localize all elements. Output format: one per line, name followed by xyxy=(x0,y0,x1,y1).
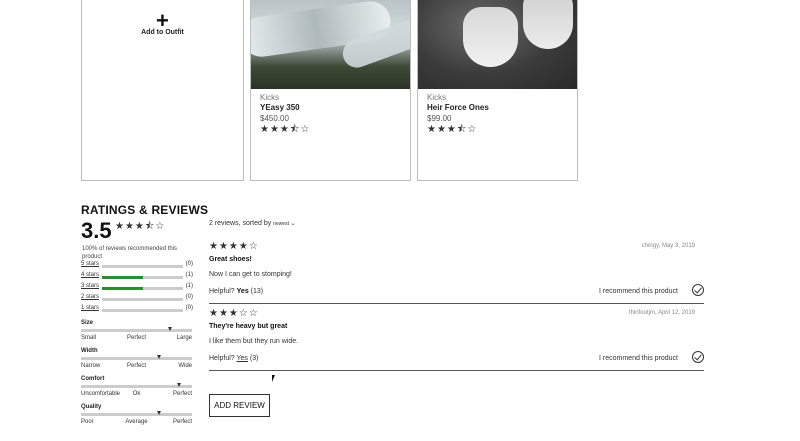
rating-breakdown-3[interactable]: 3 stars (1) xyxy=(81,283,193,293)
sort-value[interactable]: newest xyxy=(273,221,289,227)
factor-name: Size xyxy=(81,320,94,326)
factor-track xyxy=(81,411,192,416)
helpful-count: (13) xyxy=(250,288,264,295)
factor-name: Comfort xyxy=(81,376,105,382)
factor-mid-label: Perfect xyxy=(126,335,147,341)
rating-breakdown-count: (0) xyxy=(185,294,193,300)
average-star-rating: ★★★⯪☆ xyxy=(115,221,166,232)
review-author-date: chingy, May 3, 2019 xyxy=(641,243,695,249)
average-rating: 3.5 xyxy=(81,218,112,243)
add-to-outfit-label: Add to Outfit xyxy=(141,29,184,36)
helpful-yes-link[interactable]: Yes xyxy=(237,288,249,295)
rating-breakdown-4[interactable]: 4 stars (1) xyxy=(81,272,193,282)
product-image xyxy=(418,0,577,89)
factor-high-label: Perfect xyxy=(172,391,192,397)
rating-breakdown-count: (0) xyxy=(185,305,193,311)
product-name: Heir Force Ones xyxy=(427,103,489,112)
factor-marker xyxy=(176,383,181,387)
check-circle-icon xyxy=(692,351,704,363)
helpful-count: (3) xyxy=(249,355,259,362)
product-card[interactable]: Kicks Heir Force Ones $99.00 ★★★⯪☆ xyxy=(417,0,578,181)
add-to-outfit-card[interactable]: + Add to Outfit xyxy=(81,0,244,181)
helpful-label: Helpful? xyxy=(209,355,235,362)
rating-breakdown-bar xyxy=(102,276,183,279)
rating-breakdown-2[interactable]: 2 stars (0) xyxy=(81,294,193,304)
review-body: Now I can get to stomping! xyxy=(209,271,292,278)
rating-breakdown-count: (1) xyxy=(185,283,193,289)
plus-icon[interactable]: + xyxy=(156,10,169,32)
factor-quality: Quality Poor Average Perfect xyxy=(81,404,192,430)
rating-breakdown-label[interactable]: 2 stars xyxy=(81,294,99,300)
factor-track xyxy=(81,327,192,332)
ratings-reviews-title: RATINGS & REVIEWS xyxy=(81,203,209,217)
review-star-rating: ★★★☆☆ xyxy=(209,308,259,319)
factor-low-label: Uncomfortable xyxy=(81,391,121,397)
review-author-date: thinfootjm, April 12, 2019 xyxy=(628,310,695,316)
mouse-pointer-icon xyxy=(272,375,275,382)
factor-width: Width Narrow Perfect Wide xyxy=(81,348,192,374)
helpful-label: Helpful? xyxy=(209,288,235,295)
factor-size: Size Small Perfect Large xyxy=(81,320,192,346)
chevron-down-icon[interactable]: ⌄ xyxy=(290,221,295,227)
factor-marker xyxy=(167,327,172,331)
factor-low-label: Poor xyxy=(81,419,94,425)
rating-breakdown-label[interactable]: 1 stars xyxy=(81,305,99,311)
product-category: Kicks xyxy=(427,93,447,102)
product-name: YEasy 350 xyxy=(260,103,300,112)
rating-breakdown-label[interactable]: 5 stars xyxy=(81,261,99,267)
factor-mid-label: Perfect xyxy=(126,363,147,369)
rating-breakdown-count: (0) xyxy=(185,261,193,267)
factor-marker xyxy=(156,411,161,415)
recommend-label: I recommend this product xyxy=(599,355,678,362)
factor-name: Width xyxy=(81,348,98,354)
review-title: Great shoes! xyxy=(209,256,252,263)
factor-track xyxy=(81,383,192,388)
factor-track xyxy=(81,355,192,360)
product-star-rating: ★★★⯪☆ xyxy=(260,124,311,135)
review-title: They're heavy but great xyxy=(209,323,288,330)
review-body: I like them but they run wide. xyxy=(209,338,299,345)
review-tile: ★★★★☆ chingy, May 3, 2019 Great shoes! N… xyxy=(209,241,704,309)
factor-comfort: Comfort Uncomfortable Ok Perfect xyxy=(81,376,192,402)
rating-breakdown-count: (1) xyxy=(185,272,193,278)
add-review-button[interactable]: ADD REVIEW xyxy=(209,394,270,417)
factor-low-label: Narrow xyxy=(81,363,101,369)
review-sort: 2 reviews, sorted by newest ⌄ xyxy=(209,220,295,227)
recommend-percentage: 100% of reviews recommended this product xyxy=(82,246,178,260)
product-card[interactable]: Kicks YEasy 350 $450.00 ★★★⯪☆ xyxy=(250,0,411,181)
helpful-section: Helpful? Yes (3) xyxy=(209,355,258,362)
review-tile: ★★★☆☆ thinfootjm, April 12, 2019 They're… xyxy=(209,308,704,376)
review-count-text: 2 reviews, sorted by xyxy=(209,220,272,227)
rating-breakdown-label[interactable]: 4 stars xyxy=(81,272,99,278)
product-star-rating: ★★★⯪☆ xyxy=(427,124,478,135)
rating-breakdown-label[interactable]: 3 stars xyxy=(81,283,99,289)
rating-breakdown-1[interactable]: 1 stars (0) xyxy=(81,305,193,315)
rating-breakdown-bar xyxy=(102,265,183,268)
factor-mid-label: Average xyxy=(125,419,148,425)
rating-breakdown-bar xyxy=(102,287,183,290)
factor-marker xyxy=(156,355,161,359)
review-star-rating: ★★★★☆ xyxy=(209,241,259,252)
rating-breakdown-bar xyxy=(102,309,183,312)
factor-low-label: Small xyxy=(81,335,97,341)
check-circle-icon xyxy=(692,284,704,296)
product-category: Kicks xyxy=(260,93,280,102)
helpful-yes-link[interactable]: Yes xyxy=(237,355,248,362)
helpful-section: Helpful? Yes (13) xyxy=(209,288,263,295)
sort-select[interactable]: newest ⌄ xyxy=(273,221,295,227)
factor-mid-label: Ok xyxy=(132,391,141,397)
product-image xyxy=(251,0,410,89)
divider xyxy=(209,303,704,304)
recommend-label: I recommend this product xyxy=(599,288,678,295)
factor-name: Quality xyxy=(81,404,102,410)
rating-breakdown-5[interactable]: 5 stars (0) xyxy=(81,261,193,271)
factor-high-label: Wide xyxy=(178,363,192,369)
factor-high-label: Perfect xyxy=(172,419,192,425)
divider xyxy=(209,370,704,371)
rating-breakdown-bar xyxy=(102,298,183,301)
factor-high-label: Large xyxy=(176,335,192,341)
